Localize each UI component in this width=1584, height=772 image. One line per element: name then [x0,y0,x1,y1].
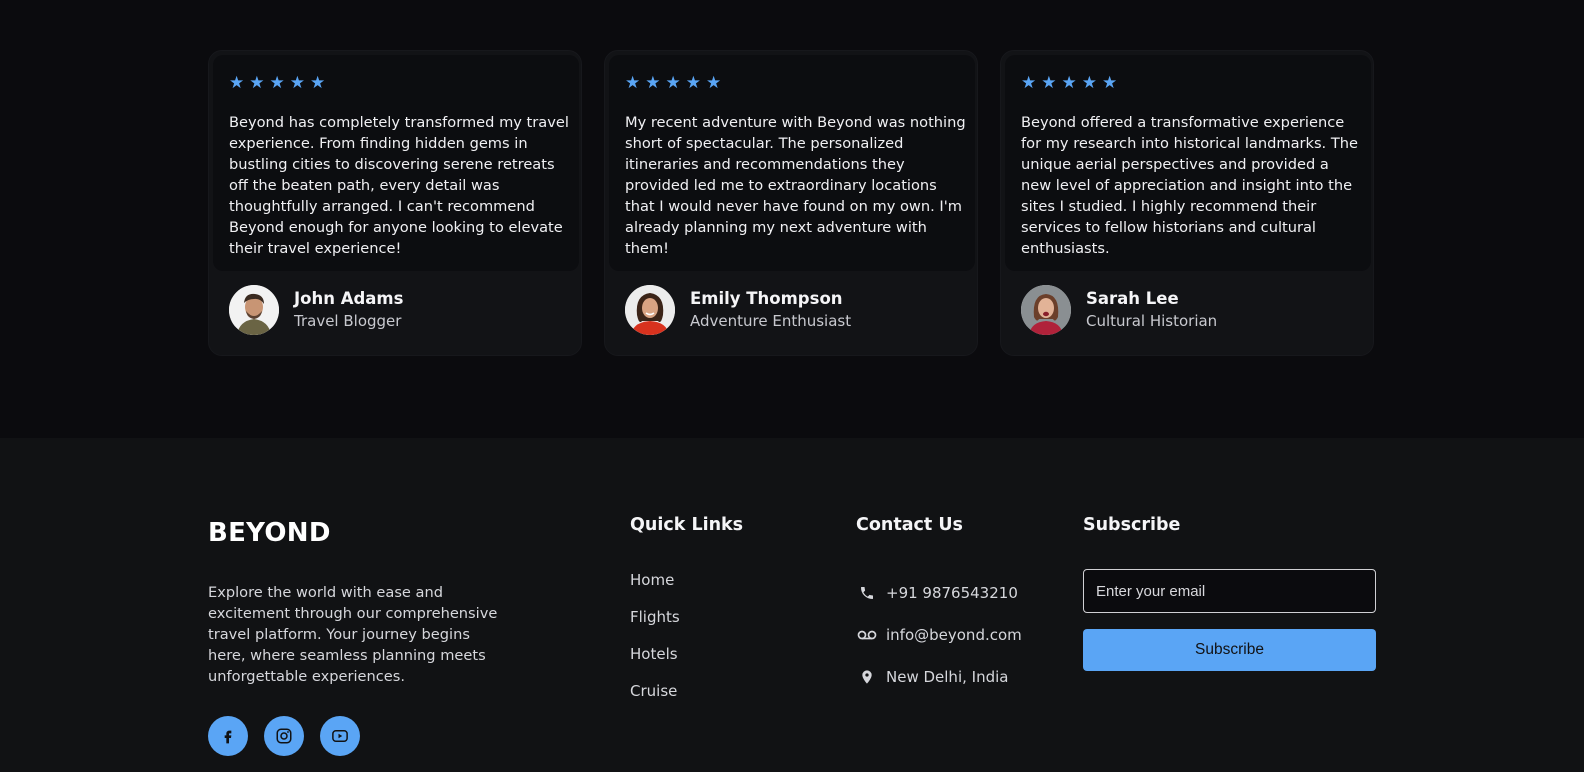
testimonial-text: Beyond has completely transformed my tra… [229,114,569,257]
site-footer: BEYOND Explore the world with ease and e… [0,438,1584,772]
star-icon: ★ [625,73,641,93]
footer-link-home[interactable]: Home [630,570,680,607]
instagram-icon [276,728,292,744]
voicemail-icon [856,625,878,645]
phone-icon [856,583,878,603]
contact-email-text[interactable]: info@beyond.com [886,625,1022,645]
subscribe-title: Subscribe [1083,515,1181,535]
social-links [208,716,360,756]
author-name: Emily Thompson [690,289,843,308]
quick-links-list: Home Flights Hotels Cruise [630,570,680,718]
star-icon: ★ [289,73,305,93]
location-pin-icon [856,667,878,687]
star-icon: ★ [1021,73,1037,93]
testimonial-card: ★ ★ ★ ★ ★ Beyond offered a transformativ… [1000,50,1374,356]
contact-phone-text[interactable]: +91 9876543210 [886,583,1018,603]
testimonial-body: ★ ★ ★ ★ ★ Beyond has completely transfor… [213,55,579,271]
avatar [625,285,675,335]
star-icon: ★ [1041,73,1057,93]
testimonial-card: ★ ★ ★ ★ ★ My recent adventure with Beyon… [604,50,978,356]
testimonial-author: Sarah Lee Cultural Historian [1021,285,1217,335]
contact-title: Contact Us [856,515,963,535]
testimonial-body: ★ ★ ★ ★ ★ Beyond offered a transformativ… [1005,55,1371,271]
footer-link-cruise[interactable]: Cruise [630,681,680,718]
rating-stars: ★ ★ ★ ★ ★ [229,75,325,92]
avatar [1021,285,1071,335]
testimonial-text: Beyond offered a transformative experien… [1021,114,1358,257]
author-role: Adventure Enthusiast [690,312,852,330]
star-icon: ★ [229,73,245,93]
contact-location-text: New Delhi, India [886,668,1009,686]
star-icon: ★ [249,73,265,93]
star-icon: ★ [685,73,701,93]
testimonial-body: ★ ★ ★ ★ ★ My recent adventure with Beyon… [609,55,975,271]
star-icon: ★ [1081,73,1097,93]
rating-stars: ★ ★ ★ ★ ★ [1021,75,1117,92]
author-role: Cultural Historian [1086,312,1218,330]
footer-about-text: Explore the world with ease and exciteme… [208,584,498,685]
author-name: Sarah Lee [1086,289,1179,308]
contact-location: New Delhi, India [856,656,1022,698]
author-role: Travel Blogger [294,312,402,330]
star-icon: ★ [645,73,661,93]
footer-brand-logo[interactable]: BEYOND [208,518,331,548]
rating-stars: ★ ★ ★ ★ ★ [625,75,721,92]
contact-phone: +91 9876543210 [856,572,1022,614]
footer-link-flights[interactable]: Flights [630,607,680,644]
footer-link-hotels[interactable]: Hotels [630,644,680,681]
testimonial-text: My recent adventure with Beyond was noth… [625,114,966,257]
email-input[interactable] [1083,569,1376,613]
facebook-link[interactable] [208,716,248,756]
star-icon: ★ [1061,73,1077,93]
testimonial-card: ★ ★ ★ ★ ★ Beyond has completely transfor… [208,50,582,356]
facebook-icon [224,730,232,744]
youtube-icon [332,730,348,742]
avatar [229,285,279,335]
testimonial-author: Emily Thompson Adventure Enthusiast [625,285,851,335]
youtube-link[interactable] [320,716,360,756]
star-icon: ★ [310,73,326,93]
star-icon: ★ [1102,73,1118,93]
author-name: John Adams [294,289,404,308]
star-icon: ★ [665,73,681,93]
star-icon: ★ [706,73,722,93]
instagram-link[interactable] [264,716,304,756]
star-icon: ★ [269,73,285,93]
testimonial-author: John Adams Travel Blogger [229,285,403,335]
quick-links-title: Quick Links [630,515,744,535]
testimonials-section: ★ ★ ★ ★ ★ Beyond has completely transfor… [0,0,1584,438]
subscribe-button[interactable]: Subscribe [1083,629,1376,671]
contact-list: +91 9876543210 info@beyond.com New Delhi… [856,572,1022,698]
contact-email: info@beyond.com [856,614,1022,656]
